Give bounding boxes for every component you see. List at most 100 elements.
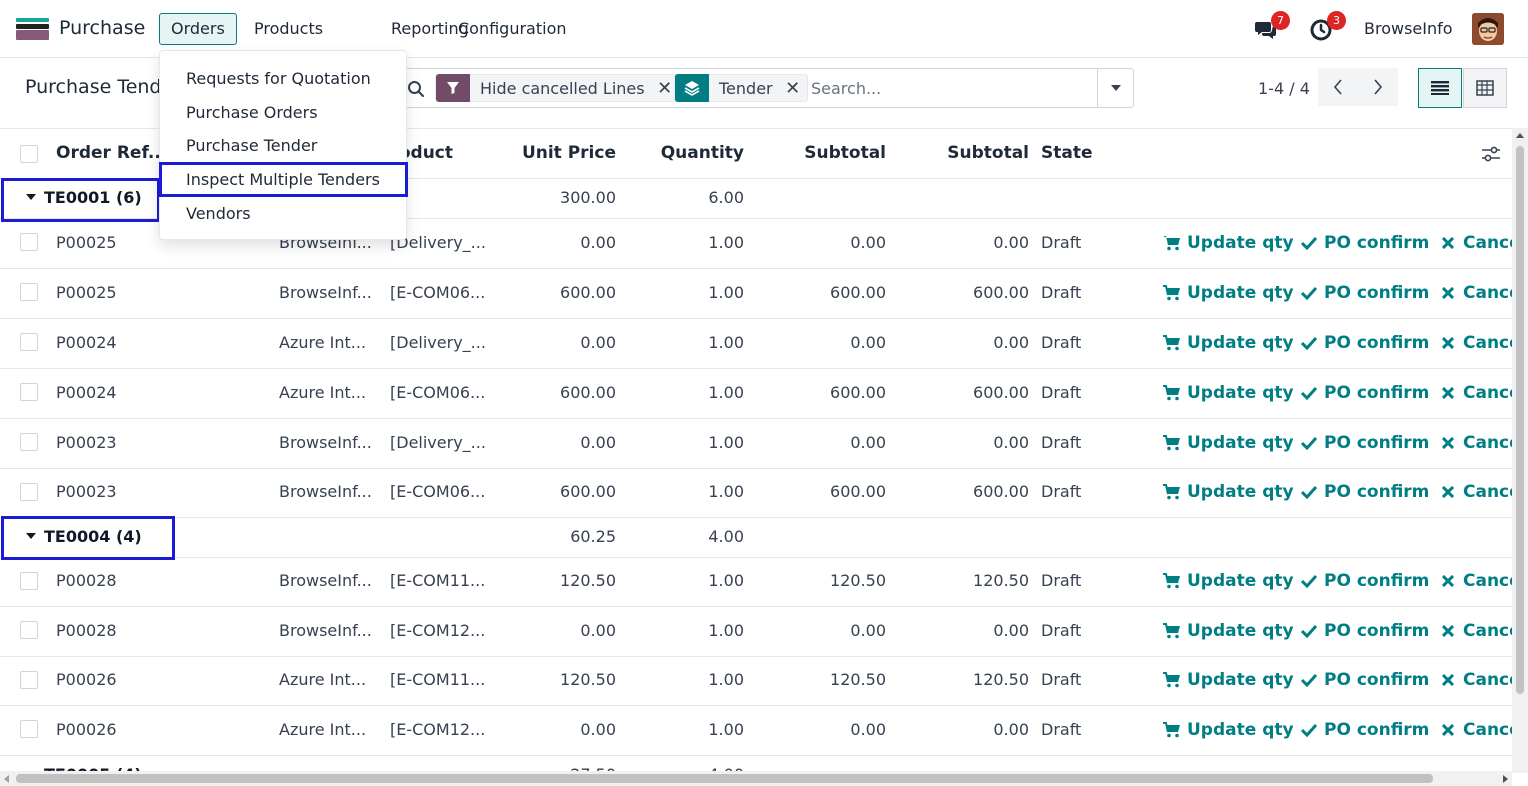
- group-row-te0004[interactable]: TE0004 (4) 60.25 4.00: [0, 518, 1512, 558]
- update-qty-button[interactable]: Update qty: [1163, 433, 1294, 453]
- row-checkbox[interactable]: [20, 671, 38, 689]
- cell-product: [E-COM12...: [390, 621, 486, 640]
- optional-columns-icon[interactable]: [1481, 145, 1501, 163]
- po-confirm-button[interactable]: PO confirm: [1300, 333, 1429, 353]
- po-confirm-button[interactable]: PO confirm: [1300, 621, 1429, 641]
- table-row[interactable]: P00028 BrowseInf... [E-COM11... 120.50 1…: [0, 558, 1512, 607]
- col-quantity[interactable]: Quantity: [624, 143, 744, 163]
- messages-button[interactable]: 7: [1254, 11, 1290, 41]
- cell-unit-price: 600.00: [560, 482, 616, 501]
- cancel-button[interactable]: Cancel: [1439, 283, 1512, 303]
- menu-item-purchase-tender[interactable]: Purchase Tender: [186, 136, 317, 155]
- vertical-scroll-thumb[interactable]: [1516, 146, 1524, 694]
- po-confirm-button[interactable]: PO confirm: [1300, 233, 1429, 253]
- menu-item-purchase-orders[interactable]: Purchase Orders: [186, 103, 318, 122]
- app-name[interactable]: Purchase: [59, 17, 145, 39]
- po-confirm-button[interactable]: PO confirm: [1300, 571, 1429, 591]
- update-qty-button[interactable]: Update qty: [1163, 621, 1294, 641]
- check-icon: [1300, 572, 1318, 590]
- cancel-button[interactable]: Cancel: [1439, 571, 1512, 591]
- cell-order-ref: P00028: [56, 621, 117, 640]
- cell-subtotal-total: 0.00: [993, 720, 1029, 739]
- cell-vendor: Azure Int...: [279, 333, 367, 352]
- po-confirm-button[interactable]: PO confirm: [1300, 482, 1429, 502]
- cancel-button[interactable]: Cancel: [1439, 720, 1512, 740]
- cancel-button[interactable]: Cancel: [1439, 621, 1512, 641]
- col-subtotal-total[interactable]: Subtotal: [900, 143, 1029, 163]
- cancel-button[interactable]: Cancel: [1439, 433, 1512, 453]
- menu-products[interactable]: Products: [242, 13, 335, 45]
- activities-button[interactable]: 3: [1310, 11, 1346, 41]
- cell-subtotal-total: 600.00: [973, 482, 1029, 501]
- remove-facet-icon[interactable]: ✕: [783, 78, 807, 99]
- row-checkbox[interactable]: [20, 383, 38, 401]
- row-checkbox[interactable]: [20, 233, 38, 251]
- po-confirm-button[interactable]: PO confirm: [1300, 433, 1429, 453]
- po-confirm-button[interactable]: PO confirm: [1300, 720, 1429, 740]
- user-name[interactable]: BrowseInfo: [1364, 19, 1453, 38]
- table-row[interactable]: P00026 Azure Int... [E-COM11... 120.50 1…: [0, 657, 1512, 706]
- pager-next-button[interactable]: [1358, 68, 1398, 106]
- horizontal-scrollbar[interactable]: [0, 771, 1512, 786]
- col-state[interactable]: State: [1041, 143, 1121, 163]
- table-row[interactable]: P00024 Azure Int... [Delivery_... 0.00 1…: [0, 319, 1512, 369]
- pivot-view-button[interactable]: [1463, 68, 1507, 108]
- horizontal-scroll-thumb[interactable]: [16, 774, 1433, 783]
- pager-value[interactable]: 1-4 / 4: [1258, 79, 1310, 98]
- menu-configuration[interactable]: Configuration: [446, 13, 579, 45]
- select-all-checkbox[interactable]: [20, 145, 38, 163]
- po-confirm-button[interactable]: PO confirm: [1300, 670, 1429, 690]
- row-checkbox[interactable]: [20, 283, 38, 301]
- table-row[interactable]: P00024 Azure Int... [E-COM06... 600.00 1…: [0, 369, 1512, 419]
- row-checkbox[interactable]: [20, 433, 38, 451]
- col-order-ref[interactable]: Order Ref...: [56, 143, 166, 163]
- cancel-button[interactable]: Cancel: [1439, 333, 1512, 353]
- menu-item-vendors[interactable]: Vendors: [186, 204, 251, 223]
- search-options-toggle[interactable]: [1097, 69, 1133, 107]
- menu-item-inspect-multiple-tenders[interactable]: Inspect Multiple Tenders: [186, 170, 380, 189]
- update-qty-button[interactable]: Update qty: [1163, 482, 1294, 502]
- update-qty-button[interactable]: Update qty: [1163, 233, 1294, 253]
- table-row[interactable]: P00026 Azure Int... [E-COM12... 0.00 1.0…: [0, 706, 1512, 756]
- menu-orders[interactable]: Orders: [159, 13, 237, 45]
- check-icon: [1300, 434, 1318, 452]
- search-icon[interactable]: [407, 80, 425, 98]
- row-checkbox[interactable]: [20, 333, 38, 351]
- vertical-scrollbar[interactable]: [1512, 128, 1528, 773]
- row-checkbox[interactable]: [20, 483, 38, 501]
- col-subtotal[interactable]: Subtotal: [760, 143, 886, 163]
- purchase-app-icon[interactable]: [16, 18, 49, 40]
- table-row[interactable]: P00023 BrowseInf... [Delivery_... 0.00 1…: [0, 419, 1512, 469]
- cell-product: [E-COM06...: [390, 283, 486, 302]
- po-confirm-button[interactable]: PO confirm: [1300, 383, 1429, 403]
- table-row[interactable]: P00028 BrowseInf... [E-COM12... 0.00 1.0…: [0, 607, 1512, 657]
- update-qty-button[interactable]: Update qty: [1163, 333, 1294, 353]
- search-input[interactable]: [811, 75, 1091, 101]
- update-qty-button[interactable]: Update qty: [1163, 571, 1294, 591]
- update-qty-button[interactable]: Update qty: [1163, 383, 1294, 403]
- row-checkbox[interactable]: [20, 720, 38, 738]
- pager-previous-button[interactable]: [1318, 68, 1358, 106]
- po-confirm-button[interactable]: PO confirm: [1300, 283, 1429, 303]
- user-avatar[interactable]: [1472, 13, 1504, 45]
- table-row[interactable]: P00023 BrowseInf... [E-COM06... 600.00 1…: [0, 469, 1512, 518]
- col-unit-price[interactable]: Unit Price: [500, 143, 616, 163]
- cancel-button[interactable]: Cancel: [1439, 233, 1512, 253]
- check-icon: [1300, 483, 1318, 501]
- list-view-button[interactable]: [1418, 68, 1462, 108]
- group-quantity: 4.00: [708, 527, 744, 546]
- cell-vendor: BrowseInf...: [279, 482, 372, 501]
- update-qty-button[interactable]: Update qty: [1163, 720, 1294, 740]
- row-checkbox[interactable]: [20, 572, 38, 590]
- cancel-button[interactable]: Cancel: [1439, 482, 1512, 502]
- menu-item-rfq[interactable]: Requests for Quotation: [186, 69, 371, 88]
- cancel-button[interactable]: Cancel: [1439, 383, 1512, 403]
- cell-subtotal: 0.00: [850, 433, 886, 452]
- cancel-button[interactable]: Cancel: [1439, 670, 1512, 690]
- row-checkbox[interactable]: [20, 621, 38, 639]
- update-qty-button[interactable]: Update qty: [1163, 283, 1294, 303]
- update-qty-button[interactable]: Update qty: [1163, 670, 1294, 690]
- cell-state: Draft: [1041, 433, 1082, 452]
- table-row[interactable]: P00025 BrowseInf... [E-COM06... 600.00 1…: [0, 269, 1512, 319]
- cart-icon: [1163, 284, 1181, 302]
